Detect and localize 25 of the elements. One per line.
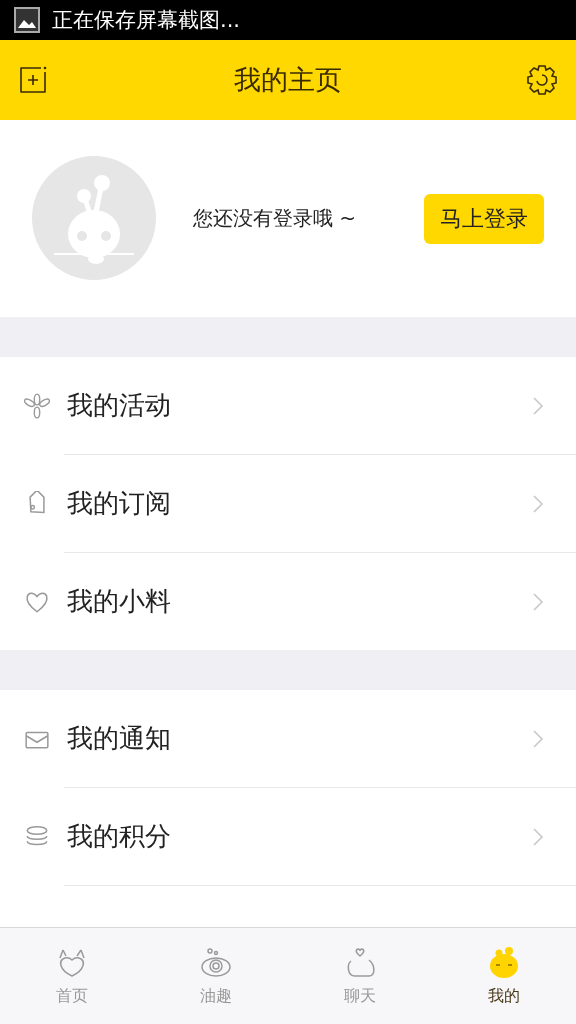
login-button[interactable]: 马上登录: [424, 193, 544, 244]
menu-item[interactable]: 我的积分: [64, 787, 576, 886]
login-prompt: 您还没有登录哦 ~: [193, 205, 358, 232]
status-text: 正在保存屏幕截图...: [52, 7, 241, 34]
menu-item[interactable]: 我的小料: [64, 552, 576, 650]
chevron-right-icon: [532, 728, 544, 749]
menu-label: 我的小料: [67, 585, 172, 618]
settings-icon[interactable]: [526, 64, 558, 96]
menu-item[interactable]: 我的通知: [0, 690, 576, 787]
bunny-face-icon: [487, 945, 521, 980]
flower-icon: [24, 392, 50, 419]
menu-label: 我的积分: [67, 820, 172, 853]
image-icon: [14, 7, 40, 33]
chevron-right-icon: [532, 493, 544, 514]
menu-label: 我的活动: [67, 389, 172, 422]
chevron-right-icon: [532, 395, 544, 416]
page-title: 我的主页: [234, 63, 342, 97]
eye-icon: [199, 945, 233, 980]
menu-item[interactable]: 我的活动: [0, 357, 576, 454]
chevron-right-icon: [532, 826, 544, 847]
menu-label: 我的通知: [67, 722, 172, 755]
chevron-right-icon: [532, 591, 544, 612]
menu-item[interactable]: 我的订阅: [64, 454, 576, 552]
menu-label: 我的订阅: [67, 487, 172, 520]
tab[interactable]: 我的: [432, 928, 576, 1024]
